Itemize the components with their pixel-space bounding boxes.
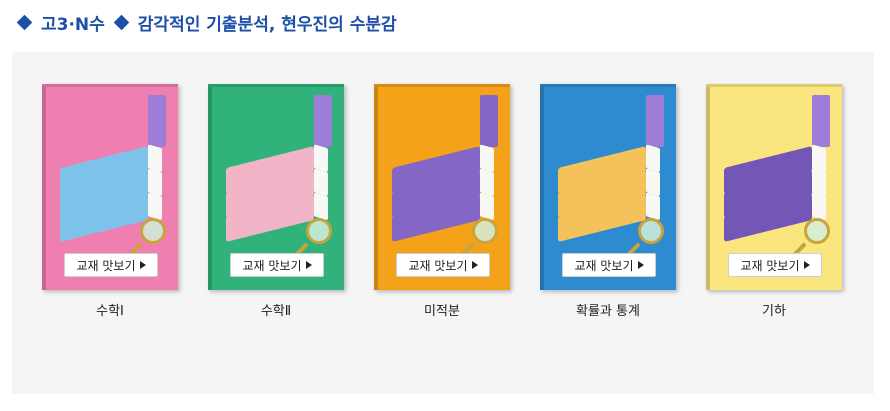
section-title: 고3·N수 감각적인 기출분석, 현우진의 수분감	[14, 9, 397, 35]
book-cover[interactable]: 교재 맛보기	[42, 84, 178, 290]
play-arrow-icon	[637, 261, 644, 269]
section-title-series: 감각적인 기출분석, 현우진의 수분감	[137, 14, 397, 35]
preview-button-label: 교재 맛보기	[408, 258, 468, 273]
book-title[interactable]: 수학Ⅰ	[42, 300, 178, 319]
book-cover[interactable]: 교재 맛보기	[208, 84, 344, 290]
book-card-math2[interactable]: 교재 맛보기 수학Ⅱ	[208, 84, 344, 319]
book-spine	[42, 87, 46, 290]
book-spine	[208, 87, 212, 290]
book-spine	[706, 87, 710, 290]
preview-button-label: 교재 맛보기	[242, 258, 302, 273]
book-title[interactable]: 확률과 통계	[540, 300, 676, 319]
magnifier-icon	[140, 218, 166, 244]
preview-button[interactable]: 교재 맛보기	[562, 253, 656, 277]
preview-button[interactable]: 교재 맛보기	[230, 253, 324, 277]
section-title-grade: 고3·N수	[41, 14, 105, 35]
preview-button-label: 교재 맛보기	[574, 258, 634, 273]
magnifier-icon	[306, 218, 332, 244]
play-arrow-icon	[305, 261, 312, 269]
book-card-math1[interactable]: 교재 맛보기 수학Ⅰ	[42, 84, 178, 319]
preview-button-label: 교재 맛보기	[740, 258, 800, 273]
book-list-panel: 교재 맛보기 수학Ⅰ 교재 맛보기 수학Ⅱ 교재 맛보기 미적분 교재 맛보기 …	[12, 52, 874, 394]
preview-button-label: 교재 맛보기	[76, 258, 136, 273]
book-card-geometry[interactable]: 교재 맛보기 기하	[706, 84, 842, 319]
book-cover[interactable]: 교재 맛보기	[374, 84, 510, 290]
diamond-bullet-icon	[113, 14, 130, 30]
book-card-calculus[interactable]: 교재 맛보기 미적분	[374, 84, 510, 319]
magnifier-icon	[804, 218, 830, 244]
play-arrow-icon	[803, 261, 810, 269]
book-title[interactable]: 수학Ⅱ	[208, 300, 344, 319]
preview-button[interactable]: 교재 맛보기	[728, 253, 822, 277]
play-arrow-icon	[471, 261, 478, 269]
book-spine	[374, 87, 378, 290]
diamond-bullet-icon	[16, 14, 33, 30]
magnifier-icon	[638, 218, 664, 244]
book-cover[interactable]: 교재 맛보기	[706, 84, 842, 290]
preview-button[interactable]: 교재 맛보기	[396, 253, 490, 277]
play-arrow-icon	[139, 261, 146, 269]
book-card-probability[interactable]: 교재 맛보기 확률과 통계	[540, 84, 676, 319]
book-cover[interactable]: 교재 맛보기	[540, 84, 676, 290]
book-title[interactable]: 기하	[706, 300, 842, 319]
preview-button[interactable]: 교재 맛보기	[64, 253, 158, 277]
book-spine	[540, 87, 544, 290]
magnifier-icon	[472, 218, 498, 244]
book-title[interactable]: 미적분	[374, 300, 510, 319]
